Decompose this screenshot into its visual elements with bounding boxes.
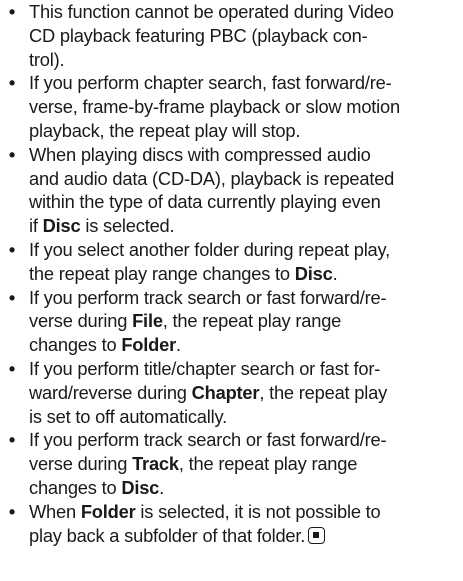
bullet-icon: • — [8, 286, 16, 308]
note-line: If you perform title/chapter search or f… — [29, 358, 380, 379]
note-text: ward/reverse during — [29, 381, 192, 403]
bullet-icon: • — [8, 238, 16, 260]
note-text: , the repeat play — [259, 381, 388, 403]
setting-name: Disc — [294, 262, 333, 284]
notes-list: • This function cannot be operated during… — [0, 0, 463, 547]
note-item: • When Folder is selected, it is not poss… — [0, 500, 463, 548]
note-text: playback, the repeat play will stop. — [29, 119, 301, 141]
note-line: If you perform chapter search, fast forw… — [29, 72, 392, 94]
note-text: When playing discs with compressed audio — [29, 143, 371, 165]
note-text: within the type of data currently playin… — [29, 191, 381, 213]
note-text: is selected, it is not possible to — [135, 500, 381, 522]
note-text: If you perform track search or fast forw… — [29, 286, 387, 308]
note-line: if Disc is selected. — [29, 215, 175, 237]
note-item: • If you select another folder during rep… — [0, 238, 463, 286]
note-item: • If you perform chapter search, fast for… — [0, 71, 463, 142]
note-text: is set to off automatically. — [29, 405, 227, 427]
note-text: . — [332, 262, 338, 284]
bullet-icon: • — [8, 1, 16, 22]
bullet-icon: • — [8, 72, 16, 94]
note-text: and audio data (CD-DA), playback is repe… — [29, 167, 395, 189]
note-text: If you select another folder during repe… — [29, 238, 390, 260]
note-line: verse during File, the repeat play range — [29, 310, 341, 331]
note-text: is selected. — [80, 215, 175, 237]
note-text: play back a subfolder of that folder. — [29, 524, 306, 546]
note-item: • This function cannot be operated during… — [0, 0, 463, 71]
note-text: If you perform track search or fast forw… — [29, 429, 387, 451]
setting-name: Disc — [42, 215, 81, 237]
bullet-icon: • — [8, 429, 16, 451]
note-item: • If you perform track search or fast for… — [0, 286, 463, 357]
end-of-section-icon — [308, 526, 326, 544]
note-text: , the repeat play range — [178, 453, 358, 475]
note-item: • If you perform track search or fast for… — [0, 428, 463, 499]
note-line: This function cannot be operated during … — [29, 1, 394, 22]
note-line: is set to off automatically. — [29, 406, 227, 427]
note-line: ward/reverse during Chapter, the repeat … — [29, 382, 387, 403]
note-text: If you perform title/chapter search or f… — [29, 357, 381, 379]
note-text: verse, frame-by-frame playback or slow m… — [29, 96, 400, 118]
note-text: CD playback featuring PBC (playback con- — [29, 24, 368, 46]
setting-name: Folder — [80, 500, 136, 522]
note-text: the repeat play range changes to — [29, 262, 295, 284]
note-line: If you perform track search or fast forw… — [29, 286, 387, 308]
note-text: if — [29, 215, 43, 237]
note-line: play back a subfolder of that folder. — [29, 525, 305, 546]
note-text: verse during — [29, 453, 133, 475]
note-line: When playing discs with compressed audio — [29, 144, 371, 165]
note-text: If you perform chapter search, fast forw… — [29, 72, 392, 94]
note-line: verse during Track, the repeat play rang… — [29, 453, 357, 474]
manual-page: • This function cannot be operated during… — [0, 0, 463, 581]
setting-name: Folder — [121, 334, 176, 356]
note-line: verse, frame-by-frame playback or slow m… — [29, 96, 400, 117]
setting-name: Track — [132, 453, 179, 475]
note-text: This function cannot be operated during … — [29, 1, 394, 22]
note-line: playback, the repeat play will stop. — [29, 120, 300, 141]
note-line: changes to Disc. — [29, 477, 164, 498]
note-text: When — [29, 500, 81, 522]
note-text: changes to — [29, 334, 122, 356]
note-text: trol). — [29, 48, 65, 70]
setting-name: File — [132, 310, 163, 332]
note-text: . — [176, 334, 181, 356]
note-text: changes to — [29, 476, 122, 498]
note-line: the repeat play range changes to Disc. — [29, 263, 338, 284]
setting-name: Chapter — [191, 381, 260, 403]
note-item: • If you perform title/chapter search or … — [0, 357, 463, 428]
note-text: , the repeat play range — [162, 310, 342, 332]
note-line: CD playback featuring PBC (playback con- — [29, 25, 368, 46]
note-line: changes to Folder. — [29, 334, 181, 355]
note-line: trol). — [29, 48, 65, 70]
note-item: • When playing discs with compressed audi… — [0, 143, 463, 238]
setting-name: Disc — [121, 476, 160, 498]
bullet-icon: • — [8, 357, 16, 379]
note-line: and audio data (CD-DA), playback is repe… — [29, 168, 394, 189]
note-line: If you perform track search or fast forw… — [29, 429, 387, 451]
note-text: . — [159, 476, 165, 498]
note-line: If you select another folder during repe… — [29, 239, 390, 260]
note-line: within the type of data currently playin… — [29, 191, 381, 212]
bullet-icon: • — [8, 500, 16, 522]
note-line: When Folder is selected, it is not possi… — [29, 501, 381, 522]
bullet-icon: • — [8, 143, 16, 165]
note-text: verse during — [29, 310, 133, 332]
